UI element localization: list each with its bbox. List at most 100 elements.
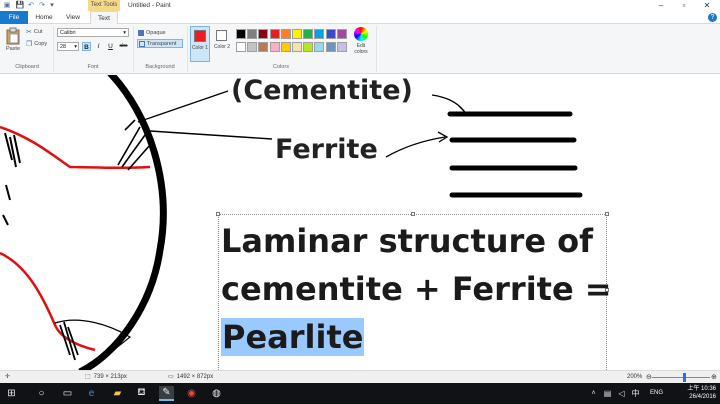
palette-swatch[interactable] — [303, 42, 314, 52]
palette-swatch[interactable] — [314, 42, 325, 52]
copy-icon: ❐ — [26, 41, 33, 48]
resize-handle[interactable] — [216, 212, 220, 216]
ime-icon[interactable]: 中 — [628, 386, 643, 401]
cementite-label: (Cementite) — [231, 75, 413, 106]
palette-swatch[interactable] — [314, 29, 325, 39]
tab-home[interactable]: Home — [32, 11, 56, 24]
text-line-3-selected[interactable]: Pearlite — [221, 318, 365, 356]
network-icon[interactable]: ▤ — [600, 386, 615, 401]
zoom-slider-track[interactable] — [652, 377, 710, 378]
transparent-button[interactable]: Transparent — [137, 39, 183, 48]
color1-button[interactable]: Color 1 — [190, 26, 210, 62]
opaque-icon — [138, 29, 144, 36]
group-divider — [187, 26, 188, 72]
search-icon[interactable]: ○ — [34, 386, 49, 401]
palette-swatch[interactable] — [280, 42, 291, 52]
strikethrough-button[interactable]: abc — [118, 42, 129, 51]
tab-file[interactable]: File — [0, 11, 28, 24]
font-family-value: Calibri — [60, 30, 76, 36]
title-bar: ▣ 💾 ↶ ↷ ▾ Text Tools Untitled - Paint – … — [0, 0, 720, 11]
resize-handle[interactable] — [411, 212, 415, 216]
color2-button[interactable]: Color 2 — [212, 26, 232, 62]
app-icon[interactable]: ◉ — [184, 386, 199, 401]
palette-swatch[interactable] — [336, 29, 347, 39]
palette-swatch[interactable] — [236, 42, 246, 52]
palette-swatch[interactable] — [325, 29, 336, 39]
palette-swatch[interactable] — [247, 42, 258, 52]
palette-swatch[interactable] — [292, 42, 302, 52]
italic-button[interactable]: I — [94, 42, 103, 51]
edit-colors-button[interactable]: Edit colors — [350, 27, 372, 63]
palette-swatch[interactable] — [336, 42, 347, 52]
language-indicator[interactable]: ENG — [650, 383, 663, 404]
hatch-strokes-left — [2, 132, 21, 226]
opaque-label: Opaque — [146, 29, 166, 36]
maximize-icon[interactable]: ▫ — [673, 0, 695, 11]
volume-icon[interactable]: ◁ — [614, 386, 629, 401]
tab-view[interactable]: View — [61, 11, 85, 24]
palette-swatch[interactable] — [258, 42, 269, 52]
font-size-select[interactable]: 28 ▾ — [57, 42, 79, 51]
font-family-select[interactable]: Calibri ▾ — [57, 28, 129, 37]
redo-icon[interactable]: ↷ — [38, 1, 46, 9]
opaque-button[interactable]: Opaque — [137, 28, 183, 37]
text-line-2[interactable]: cementite + Ferrite = — [221, 270, 612, 308]
text-line-1[interactable]: Laminar structure of — [221, 222, 593, 260]
ferrite-arrow — [385, 136, 446, 158]
file-explorer-icon[interactable]: ▰ — [110, 386, 125, 401]
chevron-down-icon: ▾ — [123, 30, 126, 36]
palette-swatch[interactable] — [258, 29, 269, 39]
font-group-label: Font — [87, 64, 99, 70]
undo-icon[interactable]: ↶ — [27, 1, 35, 9]
tray-chevron-icon[interactable]: ˄ — [586, 386, 601, 401]
edge-icon[interactable]: e — [84, 386, 99, 401]
underline-button[interactable]: U — [106, 42, 115, 51]
color-wheel-icon — [354, 27, 368, 41]
copy-label: Copy — [34, 41, 48, 47]
cut-button[interactable]: ✂ Cut — [26, 28, 42, 36]
tab-text[interactable]: Text — [90, 11, 118, 25]
font-size-value: 28 — [60, 44, 67, 50]
paste-label: Paste — [5, 46, 21, 52]
color2-label: Color 2 — [213, 44, 231, 50]
palette-swatch[interactable] — [269, 29, 280, 39]
bold-button[interactable]: B — [82, 42, 91, 51]
window-title: Untitled - Paint — [128, 2, 171, 9]
zoom-slider-thumb[interactable] — [683, 373, 686, 382]
palette-swatch[interactable] — [303, 29, 314, 39]
color2-swatch — [216, 30, 227, 41]
hatch-strokes-lower — [59, 321, 79, 361]
palette-swatch[interactable] — [325, 42, 336, 52]
resize-handle[interactable] — [605, 212, 609, 216]
help-icon[interactable]: ? — [708, 13, 717, 22]
cementite-arrow — [431, 94, 465, 112]
ferrite-pointer-line — [149, 130, 273, 140]
transparent-label: Transparent — [147, 40, 177, 47]
paste-icon — [6, 27, 20, 45]
cementite-pointer-line — [137, 90, 229, 123]
palette-swatch[interactable] — [247, 29, 258, 39]
taskbar: ⊞ ○ ▭ e ▰ ⛾ ✎ ◉ ◍ ˄ ▤ ◁ 中 ENG 上午 10:36 2… — [0, 383, 720, 404]
quick-access-menu-icon[interactable]: ▾ — [48, 1, 56, 9]
palette-swatch[interactable] — [236, 29, 246, 39]
paint-taskbar-icon[interactable]: ✎ — [159, 386, 174, 401]
minimize-icon[interactable]: – — [650, 0, 672, 11]
clock[interactable]: 上午 10:36 26/4/2016 — [687, 385, 716, 401]
chrome-icon[interactable]: ◍ — [209, 386, 224, 401]
close-icon[interactable]: ✕ — [696, 0, 718, 11]
task-view-icon[interactable]: ▭ — [60, 386, 75, 401]
start-icon[interactable]: ⊞ — [4, 386, 19, 401]
edit-colors-label: Edit colors — [354, 43, 368, 55]
palette-swatch[interactable] — [269, 42, 280, 52]
copy-button[interactable]: ❐ Copy — [26, 40, 47, 48]
scissors-icon: ✂ — [26, 29, 32, 36]
save-icon[interactable]: 💾 — [16, 1, 25, 9]
grain-boundary-arc — [78, 75, 167, 370]
red-curve-lower — [0, 251, 96, 352]
paste-button[interactable]: Paste — [4, 27, 22, 52]
palette-swatch[interactable] — [280, 29, 291, 39]
palette-swatch[interactable] — [292, 29, 302, 39]
store-icon[interactable]: ⛾ — [134, 386, 149, 401]
canvas-area[interactable]: (Cementite) Ferrite Laminar structure of… — [0, 75, 720, 370]
paint-app-icon[interactable]: ▣ — [3, 1, 11, 9]
